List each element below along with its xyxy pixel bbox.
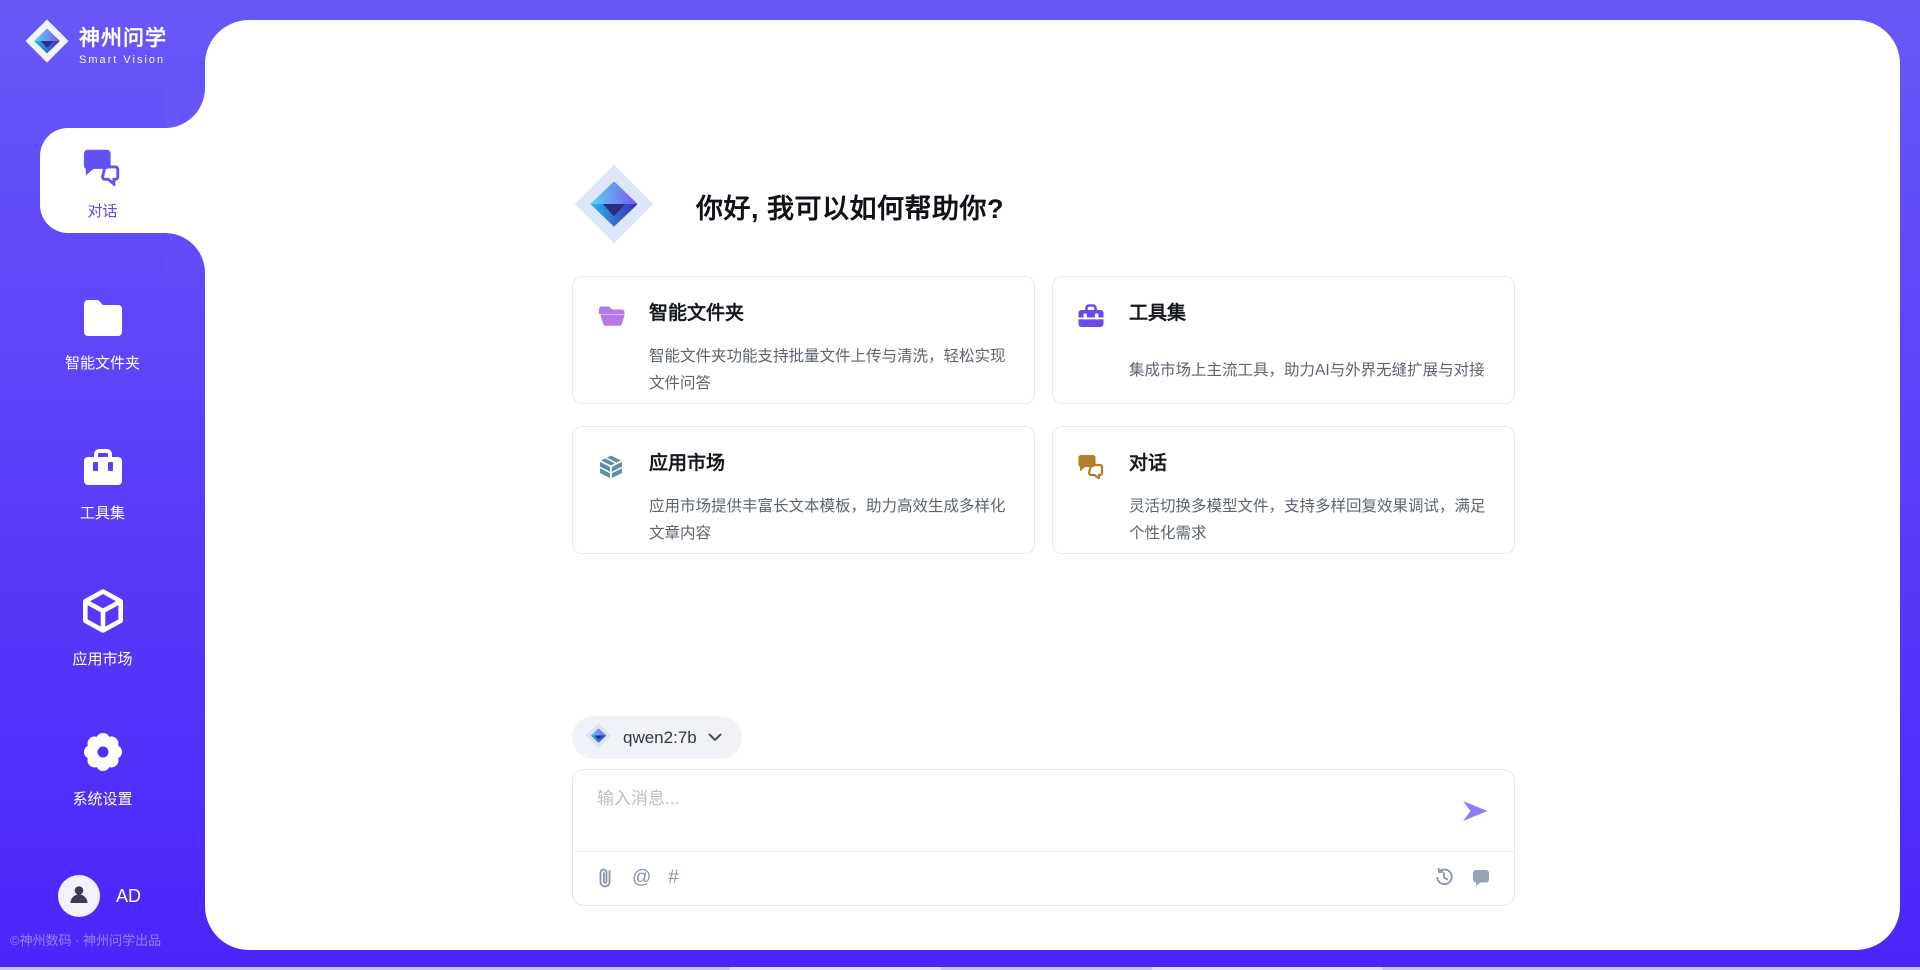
card-title: 对话 — [1129, 451, 1486, 485]
brand-name: 神州问学 — [79, 22, 167, 52]
card-title: 应用市场 — [649, 451, 1006, 485]
mention-at-icon[interactable]: @ — [632, 867, 651, 889]
chat-bubbles-icon — [1077, 453, 1107, 479]
message-icon[interactable] — [1470, 866, 1492, 888]
attachment-icon[interactable] — [595, 866, 615, 890]
toolbox-icon — [81, 448, 125, 493]
card-smart-folder[interactable]: 智能文件夹 智能文件夹功能支持批量文件上传与清洗，轻松实现文件问答 — [572, 276, 1035, 404]
card-title: 工具集 — [1129, 301, 1486, 349]
cube-icon — [80, 588, 126, 639]
model-name: qwen2:7b — [623, 728, 697, 748]
hash-icon[interactable]: # — [668, 867, 679, 889]
cube-grid-icon — [597, 453, 627, 479]
card-description: 灵活切换多模型文件，支持多样回复效果调试，满足个性化需求 — [1129, 493, 1486, 553]
composer-divider — [573, 851, 1514, 852]
sidebar-item-label: 对话 — [87, 200, 117, 221]
tab-curve-top — [165, 88, 205, 128]
card-description: 应用市场提供丰富长文本模板，助力高效生成多样化文章内容 — [649, 493, 1006, 553]
diamond-logo-icon — [24, 18, 70, 69]
copyright-footer: ©神州数码 · 神州问学出品 — [10, 930, 161, 949]
history-icon[interactable] — [1433, 866, 1455, 888]
feature-cards: 智能文件夹 智能文件夹功能支持批量文件上传与清洗，轻松实现文件问答 工具集 集成… — [572, 276, 1515, 554]
gear-icon — [81, 730, 125, 779]
greeting-block: 你好, 我可以如何帮助你? — [572, 162, 1004, 251]
sidebar-item-app-market[interactable]: 应用市场 — [0, 588, 205, 669]
model-selector[interactable]: qwen2:7b — [572, 716, 742, 759]
sidebar-item-label: 智能文件夹 — [65, 352, 140, 373]
send-arrow-icon[interactable] — [1460, 796, 1490, 826]
sidebar-item-chat[interactable]: 对话 — [0, 146, 205, 221]
briefcase-icon — [1077, 303, 1107, 329]
folder-icon — [80, 298, 126, 343]
tab-curve-bottom — [165, 233, 205, 273]
user-profile[interactable]: AD — [58, 875, 141, 917]
card-title: 智能文件夹 — [649, 301, 1006, 335]
diamond-logo-icon — [585, 722, 612, 754]
greeting-title: 你好, 我可以如何帮助你? — [696, 187, 1004, 226]
sidebar-item-toolset[interactable]: 工具集 — [0, 448, 205, 523]
sidebar-item-label: 应用市场 — [72, 648, 132, 669]
brand-logo: 神州问学 Smart Vision — [24, 18, 167, 69]
sidebar-item-settings[interactable]: 系统设置 — [0, 730, 205, 809]
main-content-panel: 你好, 我可以如何帮助你? 智能文件夹 智能文件夹功能支持批量文件上传与清洗，轻… — [205, 20, 1900, 950]
card-description: 集成市场上主流工具，助力AI与外界无缝扩展与对接 — [1129, 357, 1486, 404]
sidebar-item-label: 工具集 — [80, 502, 125, 523]
sidebar-item-label: 系统设置 — [72, 788, 132, 809]
card-app-market[interactable]: 应用市场 应用市场提供丰富长文本模板，助力高效生成多样化文章内容 — [572, 426, 1035, 554]
chevron-down-icon — [708, 729, 722, 747]
brand-subtitle: Smart Vision — [79, 54, 167, 66]
message-input[interactable] — [597, 784, 1447, 842]
avatar — [58, 875, 100, 917]
chat-bubbles-icon — [82, 146, 124, 191]
card-description: 智能文件夹功能支持批量文件上传与清洗，轻松实现文件问答 — [649, 343, 1006, 403]
sidebar-item-smart-folder[interactable]: 智能文件夹 — [0, 298, 205, 373]
person-avatar-icon — [67, 882, 91, 911]
diamond-logo-icon — [572, 162, 656, 251]
card-toolset[interactable]: 工具集 集成市场上主流工具，助力AI与外界无缝扩展与对接 — [1052, 276, 1515, 404]
card-chat[interactable]: 对话 灵活切换多模型文件，支持多样回复效果调试，满足个性化需求 — [1052, 426, 1515, 554]
user-name: AD — [116, 886, 141, 907]
open-folder-icon — [597, 303, 627, 329]
message-composer: @ # — [572, 769, 1515, 906]
sidebar: 神州问学 Smart Vision 对话 智能文件夹 — [0, 0, 205, 970]
